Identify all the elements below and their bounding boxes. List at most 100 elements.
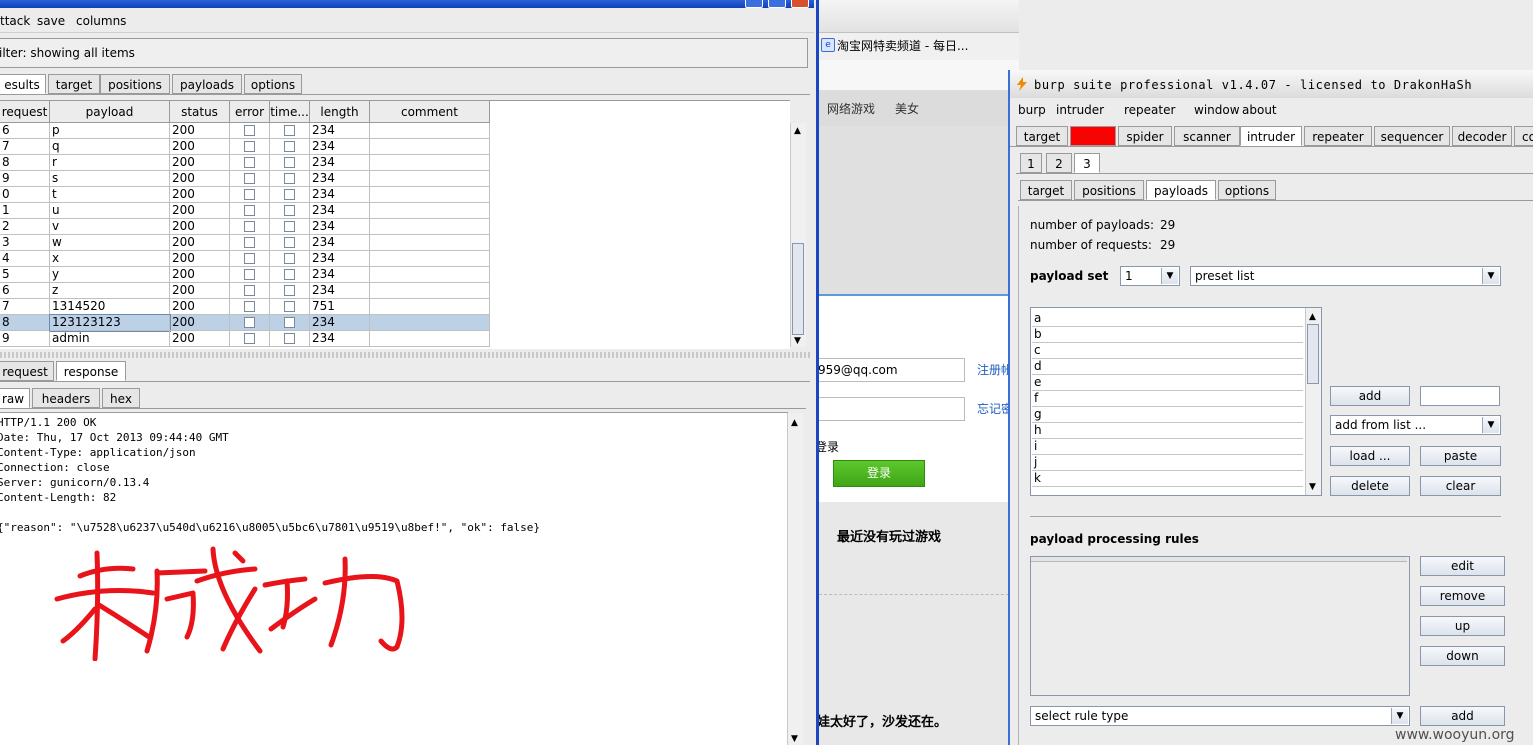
add-rule-button[interactable]: add: [1420, 706, 1505, 726]
filter-bar[interactable]: ilter: showing all items: [0, 38, 808, 68]
list-item[interactable]: j: [1032, 455, 1303, 471]
table-row[interactable]: 5 y 200 234: [0, 267, 490, 283]
down-rule-button[interactable]: down: [1420, 646, 1505, 666]
menu-intruder[interactable]: intruder: [1056, 103, 1104, 117]
table-row[interactable]: 7 q 200 234: [0, 139, 490, 155]
scroll-thumb[interactable]: [792, 243, 804, 335]
remove-rule-button[interactable]: remove: [1420, 586, 1505, 606]
up-rule-button[interactable]: up: [1420, 616, 1505, 636]
col-error[interactable]: error: [230, 101, 270, 123]
email-input[interactable]: 959@qq.com: [819, 358, 965, 382]
tab-options[interactable]: options: [1218, 180, 1276, 200]
browser-tab-title[interactable]: 淘宝网特卖频道 - 每日...: [837, 37, 968, 54]
add-button[interactable]: add: [1330, 386, 1410, 406]
close-icon[interactable]: [791, 0, 809, 8]
table-row[interactable]: 0 t 200 234: [0, 187, 490, 203]
scroll-down-icon[interactable]: ▼: [794, 337, 801, 346]
maximize-icon[interactable]: [768, 0, 786, 8]
load-button[interactable]: load ...: [1330, 446, 1410, 466]
payload-list[interactable]: abcdefghijk ▲ ▼: [1030, 307, 1322, 496]
col-status[interactable]: status: [170, 101, 230, 123]
menu-columns[interactable]: columns: [76, 14, 126, 28]
tab-positions[interactable]: positions: [1074, 180, 1144, 200]
table-row[interactable]: 8 123123123 200 234: [0, 314, 490, 332]
table-row[interactable]: 4 x 200 234: [0, 251, 490, 267]
minimize-icon[interactable]: [745, 0, 763, 8]
nav-beauty[interactable]: 美女: [895, 100, 919, 117]
menu-burp[interactable]: burp: [1018, 103, 1046, 117]
table-scrollbar[interactable]: ▲ ▼: [790, 123, 806, 347]
login-button[interactable]: 登录: [833, 460, 925, 487]
payload-type-select[interactable]: preset list ▼: [1190, 266, 1501, 286]
paste-button[interactable]: paste: [1420, 446, 1501, 466]
tab-request[interactable]: request: [0, 361, 54, 381]
response-scrollbar[interactable]: ▲ ▼: [787, 413, 803, 745]
edit-rule-button[interactable]: edit: [1420, 556, 1505, 576]
tab-hex[interactable]: hex: [102, 388, 140, 408]
tab-scanner[interactable]: scanner: [1174, 126, 1240, 146]
scroll-up-icon[interactable]: ▲: [1309, 313, 1316, 322]
split-divider[interactable]: [0, 352, 810, 358]
scroll-up-icon[interactable]: ▲: [794, 127, 801, 136]
tab-positions[interactable]: positions: [100, 74, 170, 94]
rule-type-select[interactable]: select rule type ▼: [1030, 706, 1410, 726]
scroll-thumb[interactable]: [1307, 324, 1319, 384]
tab-target[interactable]: target: [48, 74, 100, 94]
list-item[interactable]: g: [1032, 407, 1303, 423]
processing-rules-table[interactable]: [1030, 556, 1410, 696]
delete-button[interactable]: delete: [1330, 476, 1410, 496]
response-viewer[interactable]: HTTP/1.1 200 OK Date: Thu, 17 Oct 2013 0…: [0, 412, 803, 745]
list-item[interactable]: b: [1032, 327, 1303, 343]
tab-proxy[interactable]: proxy: [1070, 126, 1116, 146]
table-row[interactable]: 3 w 200 234: [0, 235, 490, 251]
col-length[interactable]: length: [310, 101, 370, 123]
list-item[interactable]: a: [1032, 311, 1303, 327]
tab-headers[interactable]: headers: [32, 388, 100, 408]
col-payload[interactable]: payload: [50, 101, 170, 123]
menu-attack[interactable]: ttack: [0, 14, 30, 28]
list-item[interactable]: c: [1032, 343, 1303, 359]
add-from-list-select[interactable]: add from list ... ▼: [1330, 415, 1501, 435]
payload-set-select[interactable]: 1 ▼: [1120, 266, 1180, 286]
tab-payloads[interactable]: payloads: [172, 74, 242, 94]
nav-games[interactable]: 网络游戏: [827, 100, 875, 117]
menu-repeater[interactable]: repeater: [1124, 103, 1175, 117]
col-request[interactable]: request: [0, 101, 50, 123]
menu-save[interactable]: save: [37, 14, 65, 28]
tab-response[interactable]: response: [56, 361, 126, 381]
menu-window[interactable]: window: [1194, 103, 1240, 117]
table-row[interactable]: 6 z 200 234: [0, 283, 490, 299]
menu-about[interactable]: about: [1242, 103, 1277, 117]
table-row[interactable]: 9 s 200 234: [0, 171, 490, 187]
tab-sequencer[interactable]: sequencer: [1374, 126, 1450, 146]
table-row[interactable]: 2 v 200 234: [0, 219, 490, 235]
tab-decoder[interactable]: decoder: [1452, 126, 1512, 146]
list-item[interactable]: f: [1032, 391, 1303, 407]
table-row[interactable]: 9 admin 200 234: [0, 331, 490, 347]
scroll-up-icon[interactable]: ▲: [791, 419, 798, 428]
list-item[interactable]: e: [1032, 375, 1303, 391]
tab-intruder[interactable]: intruder: [1240, 126, 1302, 146]
list-item[interactable]: d: [1032, 359, 1303, 375]
list-item[interactable]: h: [1032, 423, 1303, 439]
list-item[interactable]: k: [1032, 471, 1303, 487]
tab-options[interactable]: options: [244, 74, 302, 94]
table-row[interactable]: 7 1314520 200 751: [0, 299, 490, 315]
list-scrollbar[interactable]: ▲ ▼: [1305, 308, 1321, 495]
clear-button[interactable]: clear: [1420, 476, 1501, 496]
tab-spider[interactable]: spider: [1118, 126, 1172, 146]
col-comment[interactable]: comment: [370, 101, 490, 123]
scroll-down-icon[interactable]: ▼: [791, 735, 798, 744]
table-row[interactable]: 6 p 200 234: [0, 123, 490, 139]
col-timeout[interactable]: time...: [270, 101, 310, 123]
table-row[interactable]: 8 r 200 234: [0, 155, 490, 171]
tab-repeater[interactable]: repeater: [1304, 126, 1372, 146]
tab-target[interactable]: target: [1016, 126, 1068, 146]
tab-attack-1[interactable]: 1: [1020, 153, 1042, 173]
tab-comparer[interactable]: co: [1514, 126, 1533, 146]
tab-results[interactable]: esults: [0, 74, 46, 94]
scroll-down-icon[interactable]: ▼: [1309, 483, 1316, 492]
password-input[interactable]: [819, 397, 965, 421]
tab-payloads[interactable]: payloads: [1146, 180, 1216, 200]
tab-attack-2[interactable]: 2: [1046, 153, 1072, 173]
